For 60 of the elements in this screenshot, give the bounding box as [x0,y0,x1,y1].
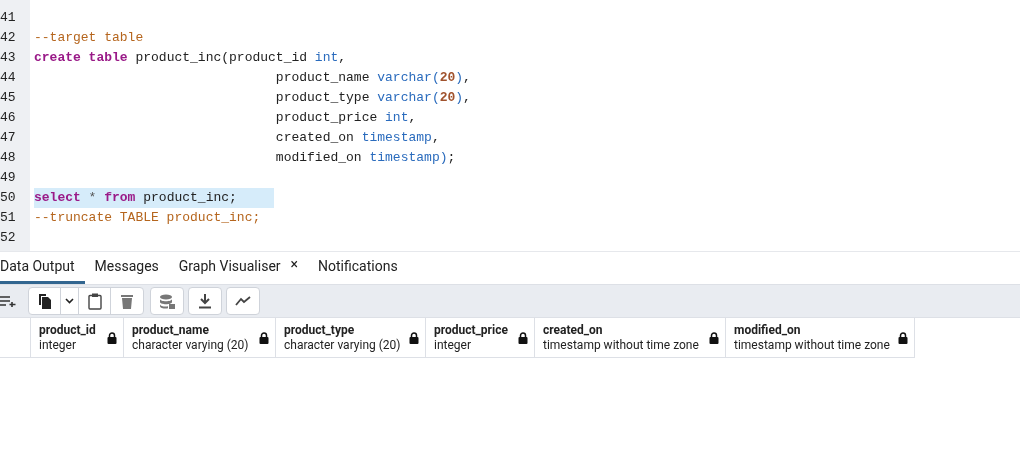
trash-icon [121,293,133,309]
column-name: product_price [434,322,508,338]
column-header[interactable]: product_id integer [30,318,123,358]
code-line: created_on timestamp, [274,129,440,147]
graph-button[interactable] [226,287,260,315]
download-icon [198,293,212,309]
line-number: 49 [0,169,17,187]
line-number: 45 [0,89,17,107]
code-line: --truncate TABLE product_inc; [34,209,261,227]
line-number: 44 [0,69,17,87]
lock-icon [259,331,269,344]
column-type: integer [434,337,472,353]
line-number: 46 [0,109,17,127]
lock-icon [709,331,719,344]
column-type: timestamp without time zone [543,337,699,353]
line-chart-icon [235,296,251,306]
column-name: created_on [543,322,604,338]
close-icon[interactable]: × [290,254,299,275]
database-icon [159,293,175,309]
line-number: 48 [0,149,17,167]
code-line: select * from product_inc; [34,189,237,207]
copy-icon [37,293,52,309]
column-name: product_type [284,322,356,338]
code-line: --target table [34,29,144,47]
add-row-icon [0,295,18,307]
line-number: 43 [0,49,17,67]
column-header[interactable]: product_price integer [425,318,534,358]
line-number: 51 [0,209,17,227]
column-type: integer [39,337,77,353]
column-header[interactable]: product_name character varying (20) [123,318,275,358]
line-number: 41 [0,9,17,27]
code-line: product_name varchar(20), [274,69,471,87]
lock-icon [898,331,908,344]
lock-icon [518,331,528,344]
column-header[interactable]: product_type character varying (20) [275,318,425,358]
lock-icon [409,331,419,344]
tab[interactable]: Notifications [308,252,408,284]
code-line: modified_on timestamp); [274,149,456,167]
download-button[interactable] [188,287,222,315]
line-number: 50 [0,189,17,207]
code-line: product_price int, [274,109,417,127]
tab[interactable]: Messages [84,252,169,284]
code-line: create table product_inc(product_id int, [34,49,347,67]
line-number: 52 [0,229,17,247]
column-name: modified_on [734,322,802,338]
column-type: timestamp without time zone [734,337,890,353]
code-line: product_type varchar(20), [274,89,471,107]
column-name: product_id [39,322,96,338]
column-name: product_name [132,322,210,338]
column-header[interactable]: created_on timestamp without time zone [534,318,725,358]
save-data-button[interactable] [150,287,184,315]
caret-icon [65,298,74,304]
lock-icon [107,331,117,344]
clipboard-icon [87,292,102,310]
tab[interactable]: Graph Visualiser × [168,252,309,284]
line-number: 42 [0,29,17,47]
line-number: 47 [0,129,17,147]
column-type: character varying (20) [284,337,401,353]
column-type: character varying (20) [132,337,249,353]
column-header[interactable]: modified_on timestamp without time zone [725,318,915,358]
